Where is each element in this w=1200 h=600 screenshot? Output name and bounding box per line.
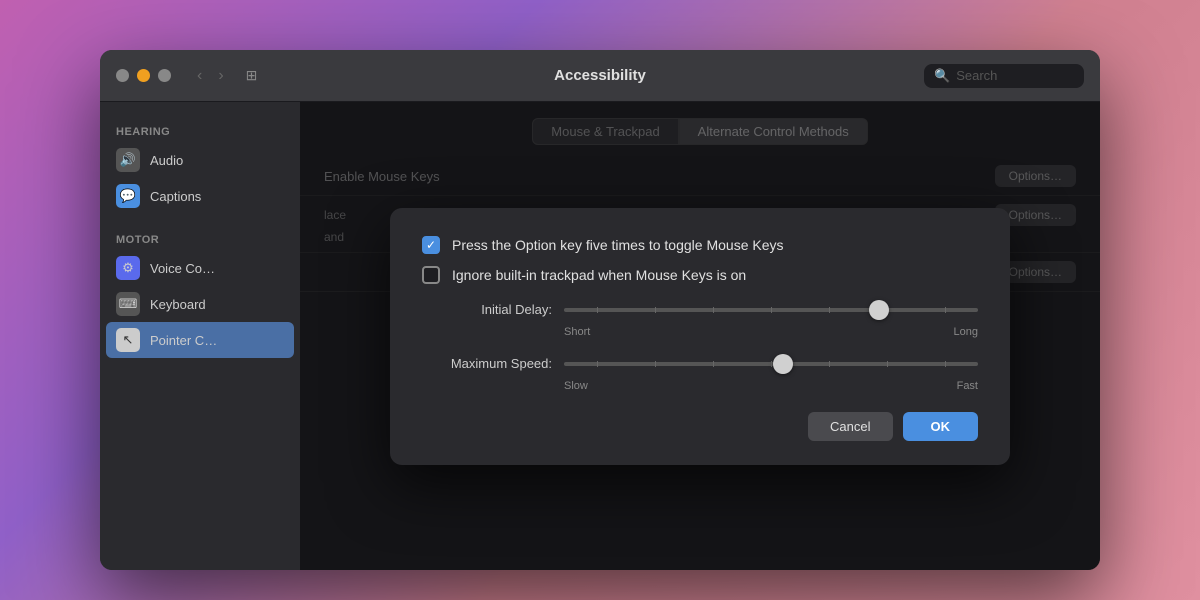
pointer-icon: ↖ xyxy=(116,328,140,352)
tick xyxy=(655,307,656,313)
sidebar-item-pointer[interactable]: ↖ Pointer C… xyxy=(106,322,294,358)
traffic-lights xyxy=(116,69,171,82)
sidebar-item-audio[interactable]: 🔊 Audio xyxy=(100,142,300,178)
forward-arrow[interactable]: › xyxy=(212,65,229,87)
back-arrow[interactable]: ‹ xyxy=(191,65,208,87)
max-speed-labels: Slow Fast xyxy=(422,378,978,392)
tick xyxy=(771,361,772,367)
modal-buttons: Cancel OK xyxy=(422,412,978,441)
tick xyxy=(829,307,830,313)
modal-overlay: ✓ Press the Option key five times to tog… xyxy=(300,102,1100,570)
sidebar-item-keyboard[interactable]: ⌨ Keyboard xyxy=(100,286,300,322)
checkbox-row-toggle: ✓ Press the Option key five times to tog… xyxy=(422,236,978,254)
slider-section-max-speed: Maximum Speed: xyxy=(422,354,978,392)
initial-delay-min: Short xyxy=(564,326,590,338)
max-speed-max: Fast xyxy=(957,380,978,392)
sidebar-section-motor: Motor xyxy=(100,226,300,250)
mac-window: ‹ › ⊞ Accessibility 🔍 Search Hearing 🔊 A… xyxy=(100,50,1100,570)
checkbox-toggle-mouse-keys[interactable]: ✓ xyxy=(422,236,440,254)
sidebar-item-captions[interactable]: 💬 Captions xyxy=(100,178,300,214)
ok-button[interactable]: OK xyxy=(903,412,979,441)
tick xyxy=(887,361,888,367)
initial-delay-track xyxy=(564,300,978,320)
tick xyxy=(713,307,714,313)
max-speed-track-bg xyxy=(564,362,978,366)
captions-icon: 💬 xyxy=(116,184,140,208)
sidebar-item-voice[interactable]: ⚙ Voice Co… xyxy=(100,250,300,286)
content-area: Hearing 🔊 Audio 💬 Captions Motor ⚙ Voice… xyxy=(100,102,1100,570)
slider-row-initial-delay: Initial Delay: xyxy=(422,300,978,320)
nav-arrows: ‹ › xyxy=(191,65,230,87)
sidebar-label-pointer: Pointer C… xyxy=(150,333,217,348)
slider-row-max-speed: Maximum Speed: xyxy=(422,354,978,374)
tick xyxy=(945,361,946,367)
tick xyxy=(655,361,656,367)
tick xyxy=(713,361,714,367)
search-bar[interactable]: 🔍 Search xyxy=(924,64,1084,88)
initial-delay-max: Long xyxy=(954,326,978,338)
max-speed-track xyxy=(564,354,978,374)
sidebar-label-audio: Audio xyxy=(150,153,183,168)
modal-dialog: ✓ Press the Option key five times to tog… xyxy=(390,208,1010,465)
title-bar: ‹ › ⊞ Accessibility 🔍 Search xyxy=(100,50,1100,102)
main-panel: Mouse & Trackpad Alternate Control Metho… xyxy=(300,102,1100,570)
tick xyxy=(597,307,598,313)
sidebar-label-captions: Captions xyxy=(150,189,201,204)
tick xyxy=(771,307,772,313)
checkbox-label-toggle: Press the Option key five times to toggl… xyxy=(452,237,784,253)
keyboard-icon: ⌨ xyxy=(116,292,140,316)
sidebar-label-keyboard: Keyboard xyxy=(150,297,206,312)
checkbox-label-trackpad: Ignore built-in trackpad when Mouse Keys… xyxy=(452,267,746,283)
sidebar: Hearing 🔊 Audio 💬 Captions Motor ⚙ Voice… xyxy=(100,102,300,570)
search-placeholder: Search xyxy=(956,68,997,83)
search-icon: 🔍 xyxy=(934,68,950,84)
max-speed-thumb[interactable] xyxy=(773,354,793,374)
max-speed-label: Maximum Speed: xyxy=(422,356,552,371)
tick xyxy=(829,361,830,367)
slider-section-initial-delay: Initial Delay: xyxy=(422,300,978,338)
checkbox-ignore-trackpad[interactable] xyxy=(422,266,440,284)
initial-delay-label: Initial Delay: xyxy=(422,302,552,317)
maximize-button[interactable] xyxy=(158,69,171,82)
window-title: Accessibility xyxy=(554,67,646,84)
tick xyxy=(945,307,946,313)
initial-delay-labels: Short Long xyxy=(422,324,978,338)
grid-icon[interactable]: ⊞ xyxy=(246,67,258,84)
sidebar-section-hearing: Hearing xyxy=(100,118,300,142)
tick xyxy=(597,361,598,367)
sidebar-label-voice: Voice Co… xyxy=(150,261,215,276)
cancel-button[interactable]: Cancel xyxy=(808,412,892,441)
initial-delay-track-bg xyxy=(564,308,978,312)
initial-delay-thumb[interactable] xyxy=(869,300,889,320)
checkbox-row-trackpad: Ignore built-in trackpad when Mouse Keys… xyxy=(422,266,978,284)
close-button[interactable] xyxy=(116,69,129,82)
minimize-button[interactable] xyxy=(137,69,150,82)
max-speed-min: Slow xyxy=(564,380,588,392)
audio-icon: 🔊 xyxy=(116,148,140,172)
voice-icon: ⚙ xyxy=(116,256,140,280)
